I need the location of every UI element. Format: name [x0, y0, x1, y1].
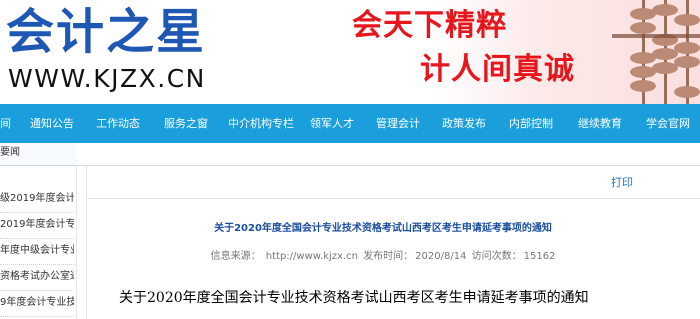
print-link[interactable]: 打印 — [611, 176, 633, 190]
nav-item-internal-control[interactable]: 内部控制 — [509, 104, 553, 143]
site-logo-text[interactable]: 会计之星 — [6, 4, 206, 60]
sidebar-news-item[interactable]: 级2019年度会计专 — [0, 186, 74, 213]
meta-date-value: 2020/8/14 — [415, 251, 467, 262]
article-meta: 信息来源： http://www.kjzx.cn 发布时间： 2020/8/14 … — [87, 250, 679, 264]
meta-visits-value: 15162 — [523, 251, 556, 262]
nav-item-policy[interactable]: 政策发布 — [442, 104, 486, 143]
sidebar-header: 要闻 — [0, 143, 76, 166]
site-header: 会计之星 WWW.KJZX.CN 会天下精粹 计人间真诚 — [0, 0, 700, 104]
meta-source-value: http://www.kjzx.cn — [265, 251, 358, 262]
abacus-icon — [612, 0, 700, 104]
site-url-text: WWW.KJZX.CN — [8, 64, 206, 93]
nav-item-intermediary[interactable]: 中介机构专栏 — [228, 104, 294, 143]
nav-item-work-news[interactable]: 工作动态 — [96, 104, 140, 143]
nav-item-continuing-edu[interactable]: 继续教育 — [578, 104, 622, 143]
meta-date-label: 发布时间： — [363, 251, 414, 262]
article-title: 关于2020年度全国会计专业技术资格考试山西考区考生申请延考事项的通知 — [119, 290, 589, 306]
sidebar-news-item[interactable]: 9年度会计专业技 — [0, 290, 74, 317]
nav-item-society-site[interactable]: 学会官网 — [646, 104, 690, 143]
article-small-title: 关于2020年度全国会计专业技术资格考试山西考区考生申请延考事项的通知 — [214, 223, 552, 234]
nav-item-notices[interactable]: 通知公告 — [30, 104, 74, 143]
divider — [87, 198, 700, 199]
sidebar-news-item[interactable]: 资格考试办公室通 — [0, 264, 74, 291]
meta-source-label: 信息来源： — [210, 251, 261, 262]
sidebar-news-item[interactable]: 2019年度会计专业 — [0, 212, 74, 239]
article-panel: 打印 关于2020年度全国会计专业技术资格考试山西考区考生申请延考事项的通知 信… — [86, 166, 700, 319]
sidebar-news-list: 级2019年度会计专 2019年度会计专业 年度中级会计专业 资格考试办公室通 … — [0, 166, 77, 319]
slogan-line-2: 计人间真诚 — [420, 52, 575, 87]
sidebar-title: 要闻 — [0, 147, 20, 158]
sidebar-news-item[interactable]: 年度中级会计专业 — [0, 238, 74, 265]
nav-item-0[interactable]: 间 — [0, 104, 11, 143]
nav-item-leading-talent[interactable]: 领军人才 — [310, 104, 354, 143]
nav-item-service[interactable]: 服务之窗 — [164, 104, 208, 143]
meta-visits-label: 访问次数： — [471, 251, 522, 262]
main-nav: 间 通知公告 工作动态 服务之窗 中介机构专栏 领军人才 管理会计 政策发布 内… — [0, 104, 700, 143]
slogan-line-1: 会天下精粹 — [352, 8, 507, 43]
nav-item-management-accounting[interactable]: 管理会计 — [376, 104, 420, 143]
